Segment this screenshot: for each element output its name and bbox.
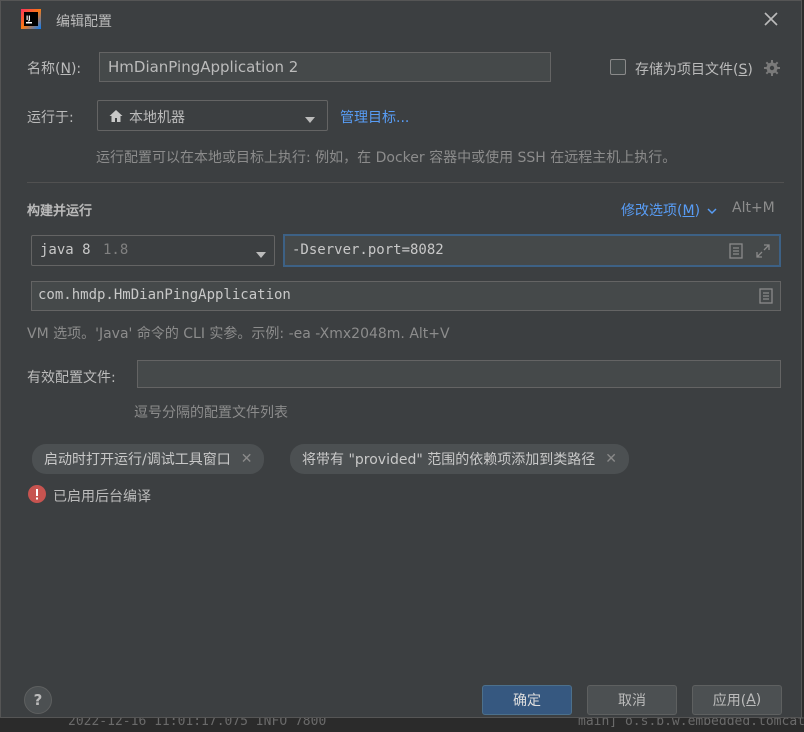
name-label: 名称(N): <box>27 61 82 77</box>
close-button[interactable] <box>759 7 783 31</box>
chevron-down-icon <box>707 208 718 215</box>
profiles-hint: 逗号分隔的配置文件列表 <box>134 405 288 421</box>
store-as-project-file-label[interactable]: 存储为项目文件(S) <box>635 59 753 79</box>
option-chip-open-tool-window[interactable]: 启动时打开运行/调试工具窗口 ✕ <box>32 444 265 474</box>
help-button[interactable]: ? <box>24 686 52 714</box>
apply-button[interactable]: 应用(A) <box>692 685 782 715</box>
run-on-combobox[interactable]: 本地机器 <box>97 100 328 131</box>
modify-options-link[interactable]: 修改选项(M) <box>621 200 718 220</box>
expand-text-icon[interactable] <box>729 243 743 263</box>
close-icon[interactable]: ✕ <box>241 451 253 467</box>
gear-icon[interactable] <box>763 59 781 77</box>
jre-combobox[interactable]: java 8 1.8 <box>31 235 275 266</box>
name-input[interactable] <box>99 52 551 82</box>
dialog-titlebar <box>1 1 801 39</box>
chevron-down-icon <box>305 112 315 128</box>
chip-label: 将带有 "provided" 范围的依赖项添加到类路径 <box>302 452 596 468</box>
build-and-run-title: 构建并运行 <box>27 204 93 219</box>
edit-configuration-dialog: IJ 编辑配置 名称(N): 存储为项目文件(S) 运行于: <box>0 0 802 718</box>
run-on-label: 运行于: <box>27 110 74 126</box>
main-class-field[interactable]: com.hmdp.HmDianPingApplication <box>31 281 781 311</box>
help-icon: ? <box>33 691 43 709</box>
section-divider <box>27 182 784 183</box>
svg-text:IJ: IJ <box>26 15 30 22</box>
close-icon[interactable]: ✕ <box>605 451 617 467</box>
modify-options-shortcut: Alt+M <box>732 200 775 216</box>
store-as-project-file-checkbox[interactable] <box>610 59 626 75</box>
chip-label: 启动时打开运行/调试工具窗口 <box>44 452 231 468</box>
active-profiles-label: 有效配置文件: <box>27 370 116 386</box>
vm-options-hint: VM 选项。'Java' 命令的 CLI 实参。示例: -ea -Xmx2048… <box>27 326 450 342</box>
dialog-title: 编辑配置 <box>56 14 112 30</box>
jre-name: java 8 <box>40 242 91 258</box>
main-class-value: com.hmdp.HmDianPingApplication <box>38 287 291 303</box>
ok-button[interactable]: 确定 <box>482 685 572 715</box>
expand-icon[interactable] <box>755 243 771 263</box>
vm-options-field[interactable]: -Dserver.port=8082 <box>283 234 781 267</box>
cancel-button[interactable]: 取消 <box>587 685 677 715</box>
vm-options-value: -Dserver.port=8082 <box>292 242 444 258</box>
home-icon <box>108 108 124 128</box>
run-on-hint: 运行配置可以在本地或目标上执行: 例如，在 Docker 容器中或使用 SSH … <box>96 150 677 166</box>
background-compilation-warning: 已启用后台编译 <box>53 489 151 505</box>
jre-version: 1.8 <box>103 242 129 258</box>
error-icon <box>28 485 46 503</box>
browse-class-icon[interactable] <box>759 288 773 308</box>
intellij-app-icon: IJ <box>21 9 41 29</box>
chevron-down-icon <box>256 247 266 263</box>
option-chip-add-provided-deps[interactable]: 将带有 "provided" 范围的依赖项添加到类路径 ✕ <box>290 444 629 474</box>
active-profiles-input[interactable] <box>137 360 781 388</box>
close-icon <box>764 12 778 26</box>
run-on-value: 本地机器 <box>129 110 185 126</box>
manage-targets-link[interactable]: 管理目标... <box>340 107 409 127</box>
